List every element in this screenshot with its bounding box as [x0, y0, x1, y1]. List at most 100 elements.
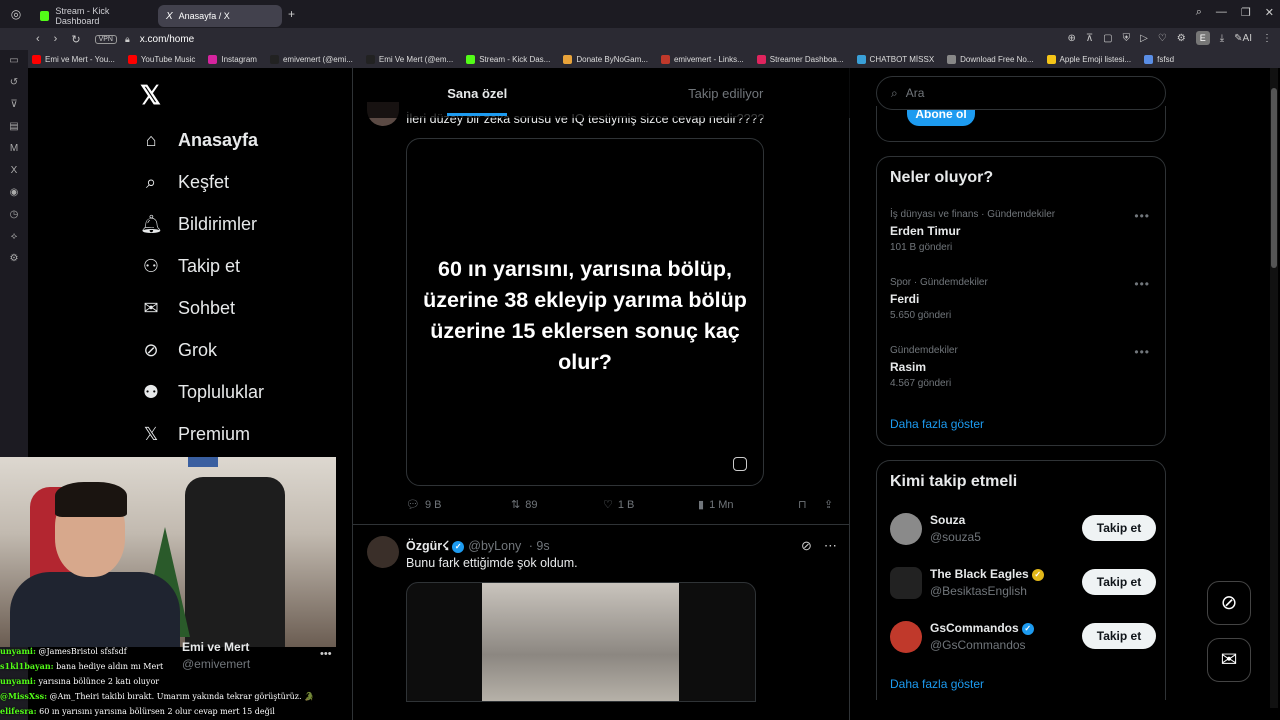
- sidebar-item-premium[interactable]: 𝕏 Premium: [140, 424, 250, 445]
- bookmark-item[interactable]: Apple Emoji listesi...: [1046, 54, 1131, 64]
- play-icon[interactable]: ▷: [1140, 33, 1148, 44]
- tab-x-home[interactable]: X Anasayfa / X: [158, 4, 282, 27]
- post-author[interactable]: Özgür☇ ✓ @byLony · 9s: [406, 538, 550, 553]
- trend-item[interactable]: Spor · Gündemdekiler Ferdi 5.650 gönderi…: [890, 277, 1156, 321]
- show-more-link[interactable]: Daha fazla göster: [890, 677, 984, 691]
- like-count: 1 B: [617, 498, 635, 511]
- tab-for-you[interactable]: Sana özel: [353, 68, 602, 118]
- trend-item[interactable]: Gündemdekiler Rasim 4.567 gönderi •••: [890, 345, 1156, 389]
- grok-icon[interactable]: ⊘: [801, 538, 812, 554]
- follow-suggestion[interactable]: GsCommandos ✓ @GsCommandos Takip et: [890, 619, 1156, 659]
- more-icon[interactable]: •••: [1134, 277, 1150, 291]
- bookmark-item[interactable]: YouTube Music: [127, 54, 195, 64]
- follow-suggestion[interactable]: The Black Eagles ✓ @BesiktasEnglish Takip…: [890, 565, 1156, 605]
- share-button[interactable]: ⇪: [824, 498, 833, 511]
- zoom-icon[interactable]: ⊕: [1067, 33, 1075, 44]
- like-button[interactable]: ♡ 1 B: [603, 498, 698, 512]
- bookmark-item[interactable]: Emi ve Mert - You...: [32, 54, 115, 64]
- views-button[interactable]: ▮ 1 Mn: [698, 498, 798, 512]
- post-image[interactable]: 60 ın yarısını, yarısına bölüp, üzerine …: [406, 138, 764, 486]
- views-icon: ▮: [698, 499, 705, 511]
- settings-icon[interactable]: ⚙: [0, 248, 28, 270]
- bookmark-label: Emi ve Mert - You...: [45, 54, 115, 64]
- bookmark-button[interactable]: ⊓: [798, 498, 824, 511]
- minimize-button[interactable]: —: [1216, 6, 1227, 19]
- follow-button[interactable]: Takip et: [1082, 515, 1156, 541]
- x-logo-icon[interactable]: 𝕏: [140, 80, 161, 111]
- bookmark-item[interactable]: Instagram: [208, 54, 257, 64]
- sidebar-item-home[interactable]: ⌂ Anasayfa: [140, 130, 258, 151]
- bookmark-item[interactable]: CHATBOT MİSSX: [856, 54, 934, 64]
- sidebar-item-communities[interactable]: ⚉ Topluluklar: [140, 382, 264, 403]
- sidebar-item-explore[interactable]: ⌕ Keşfet: [140, 172, 229, 193]
- more-icon[interactable]: ⋯: [824, 538, 837, 554]
- reply-button[interactable]: 💬︎ 9 B: [406, 498, 511, 512]
- search-icon[interactable]: ⌕: [1196, 6, 1202, 19]
- bookmark-favicon-icon: [1046, 54, 1056, 64]
- sidebar-icon-1[interactable]: ▭: [0, 50, 28, 72]
- ai-icon[interactable]: ✎AI: [1234, 33, 1252, 44]
- more-icon[interactable]: •••: [1134, 209, 1150, 223]
- heart-icon[interactable]: ♡: [1158, 33, 1167, 44]
- sidebar-item-chat[interactable]: ✉ Sohbet: [140, 298, 235, 319]
- bookmark-item[interactable]: Stream - Kick Das...: [466, 54, 550, 64]
- shield-icon[interactable]: ⛨: [1123, 33, 1131, 44]
- follow-suggestion[interactable]: Souza @souza5 Takip et: [890, 511, 1156, 551]
- clock-icon[interactable]: ◷: [0, 204, 28, 226]
- opera-icon[interactable]: ◉: [0, 182, 28, 204]
- bookmark-label: Donate ByNoGam...: [576, 54, 648, 64]
- avatar: [890, 567, 922, 599]
- follow-button[interactable]: Takip et: [1082, 569, 1156, 595]
- x-app-icon[interactable]: X: [0, 160, 28, 182]
- trend-name: Erden Timur: [890, 224, 961, 238]
- extension-icon[interactable]: ⟡: [0, 226, 28, 248]
- bookmark-item[interactable]: Emi Ve Mert (@em...: [365, 54, 453, 64]
- bookmark-item[interactable]: Donate ByNoGam...: [563, 54, 648, 64]
- show-more-link[interactable]: Daha fazla göster: [890, 417, 984, 431]
- follow-button[interactable]: Takip et: [1082, 623, 1156, 649]
- restore-button[interactable]: ❐: [1241, 6, 1251, 19]
- back-icon[interactable]: ‹: [36, 33, 40, 46]
- extensions-icon[interactable]: ⚙: [1177, 33, 1186, 44]
- search-input[interactable]: ⌕ Ara: [876, 76, 1166, 110]
- forward-icon[interactable]: ›: [54, 33, 58, 46]
- vpn-badge[interactable]: VPN: [94, 34, 117, 44]
- who-to-follow-title: Kimi takip etmeli: [890, 473, 1018, 490]
- grok-image-icon[interactable]: [733, 457, 747, 471]
- mail-app-icon[interactable]: M: [0, 138, 28, 160]
- bookmark-item[interactable]: fsfsd: [1144, 54, 1174, 64]
- profile-icon[interactable]: E: [1195, 31, 1210, 45]
- more-icon[interactable]: •••: [1134, 345, 1150, 359]
- menu-icon[interactable]: ⋮: [1262, 33, 1272, 44]
- notes-icon[interactable]: ▤: [0, 116, 28, 138]
- sidebar-item-follow[interactable]: ⚇ Takip et: [140, 256, 240, 277]
- pin-icon[interactable]: ⊼: [1086, 33, 1093, 44]
- avatar[interactable]: [367, 536, 399, 568]
- repost-button[interactable]: ⇅ 89: [511, 498, 603, 512]
- url-field[interactable]: x.com/home: [140, 34, 194, 45]
- history-icon[interactable]: ↺: [0, 72, 28, 94]
- bookmark-item[interactable]: emivemert - Links...: [660, 54, 744, 64]
- bookmark-icon[interactable]: ⊽: [0, 94, 28, 116]
- scrollbar[interactable]: [1270, 68, 1278, 708]
- new-tab-button[interactable]: +: [288, 7, 295, 21]
- bookmark-item[interactable]: Streamer Dashboa...: [756, 54, 844, 64]
- browser-menu-icon[interactable]: ◎: [0, 7, 32, 21]
- bookmark-item[interactable]: emivemert (@emi...: [269, 54, 353, 64]
- grok-fab-icon[interactable]: ⊘: [1207, 581, 1251, 625]
- bookmark-item[interactable]: Download Free No...: [947, 54, 1034, 64]
- tab-kick-dashboard[interactable]: Stream - Kick Dashboard: [32, 5, 158, 27]
- trend-item[interactable]: İş dünyası ve finans · Gündemdekiler Erd…: [890, 209, 1156, 253]
- extensions-toolbar: ⊕ ⊼ ▢ ⛨ ▷ ♡ ⚙ E ⤓ ✎AI ⋮: [1067, 31, 1272, 45]
- sidebar-item-notifications[interactable]: 🔔︎ Bildirimler: [140, 214, 257, 235]
- scrollbar-thumb[interactable]: [1271, 88, 1277, 268]
- tab-following[interactable]: Takip ediliyor: [602, 68, 851, 118]
- sidebar-item-grok[interactable]: ⊘ Grok: [140, 340, 217, 361]
- screenshot-icon[interactable]: ▢: [1103, 33, 1112, 44]
- reload-icon[interactable]: ↻: [71, 33, 80, 46]
- post-video[interactable]: [406, 582, 756, 702]
- messages-fab-icon[interactable]: ✉: [1207, 638, 1251, 682]
- heart-icon: ♡: [603, 499, 613, 511]
- close-button[interactable]: ✕: [1265, 6, 1274, 19]
- download-icon[interactable]: ⤓: [1220, 33, 1224, 44]
